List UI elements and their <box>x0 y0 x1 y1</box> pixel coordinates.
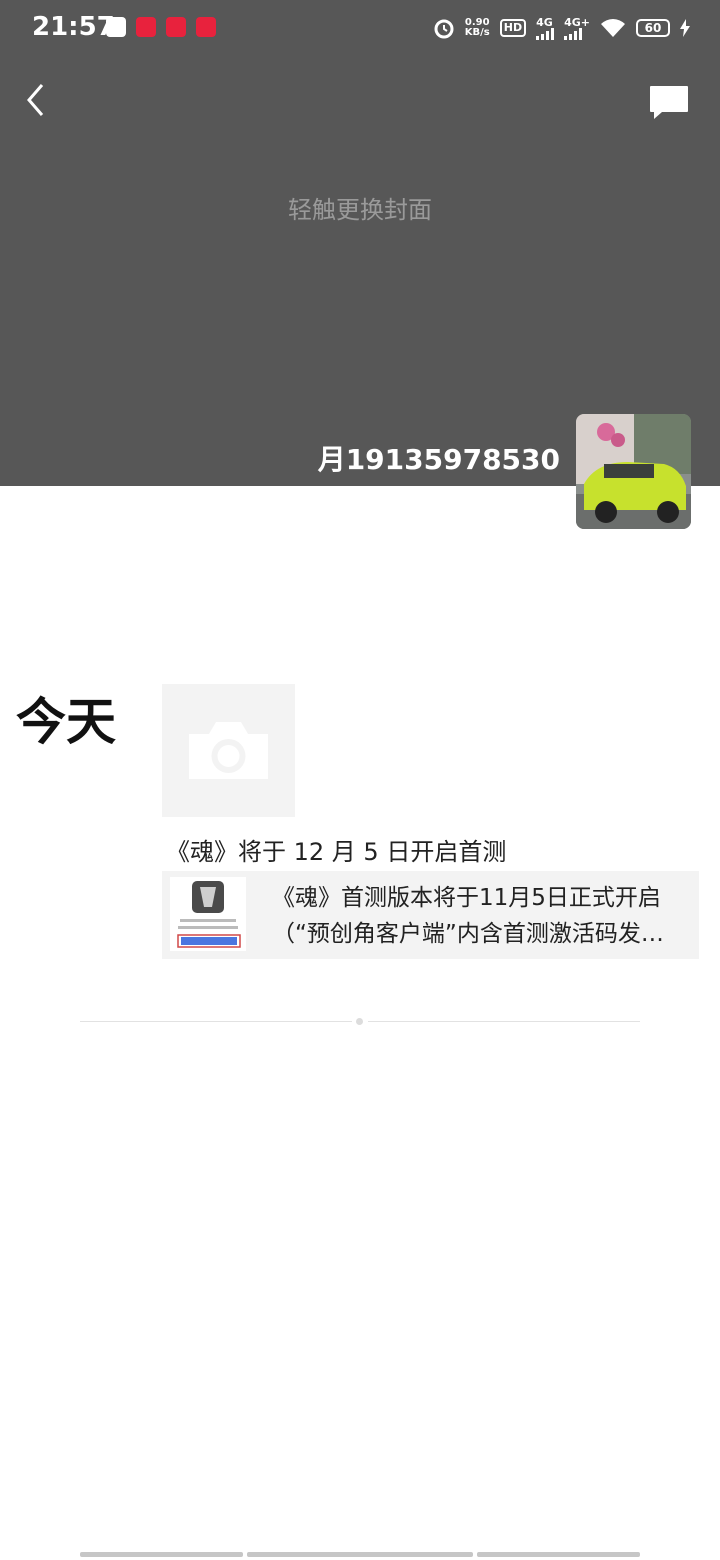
change-cover-hint[interactable]: 轻触更换封面 <box>0 190 720 225</box>
add-moment-button[interactable] <box>162 684 295 817</box>
notification-app-icon <box>136 17 156 37</box>
wifi-icon <box>601 19 625 37</box>
sim2-signal: 4G+ <box>564 17 590 40</box>
status-time: 21:57 <box>32 12 115 42</box>
end-of-feed-divider <box>80 1018 640 1026</box>
avatar-car-photo <box>576 414 691 529</box>
post-text[interactable]: 《魂》将于 12 月 5 日开启首测 <box>166 832 506 867</box>
shared-link-thumbnail <box>170 877 246 951</box>
notification-app-icon <box>106 17 126 37</box>
user-nickname[interactable]: 月19135978530 <box>318 438 560 478</box>
shared-link-title-line2: （“预创角客户端”内含首测激活码发… <box>272 921 664 947</box>
day-label: 今天 <box>16 693 116 751</box>
charging-icon <box>680 19 690 37</box>
sim1-signal: 4G <box>536 17 555 40</box>
game-thumbnail-image <box>170 877 246 951</box>
notification-app-icon <box>166 17 186 37</box>
shared-link-card[interactable]: 《魂》首测版本将于11月5日正式开启 （“预创角客户端”内含首测激活码发… <box>162 871 699 959</box>
message-bubble-icon <box>650 86 688 119</box>
hd-voice-badge: HD <box>499 19 527 37</box>
back-button[interactable] <box>20 80 56 120</box>
user-avatar[interactable] <box>576 414 691 529</box>
alarm-icon <box>434 19 454 39</box>
camera-icon <box>189 722 268 779</box>
battery-indicator: 60 <box>636 19 670 37</box>
messages-button[interactable] <box>648 84 690 122</box>
status-bar: 21:57 0.90 KB/s HD 4G 4G+ 60 <box>0 0 720 56</box>
chevron-left-icon <box>27 84 44 116</box>
network-speed: 0.90 KB/s <box>464 17 490 38</box>
notification-app-icon <box>196 17 216 37</box>
shared-link-title-line1: 《魂》首测版本将于11月5日正式开启 <box>272 885 661 911</box>
